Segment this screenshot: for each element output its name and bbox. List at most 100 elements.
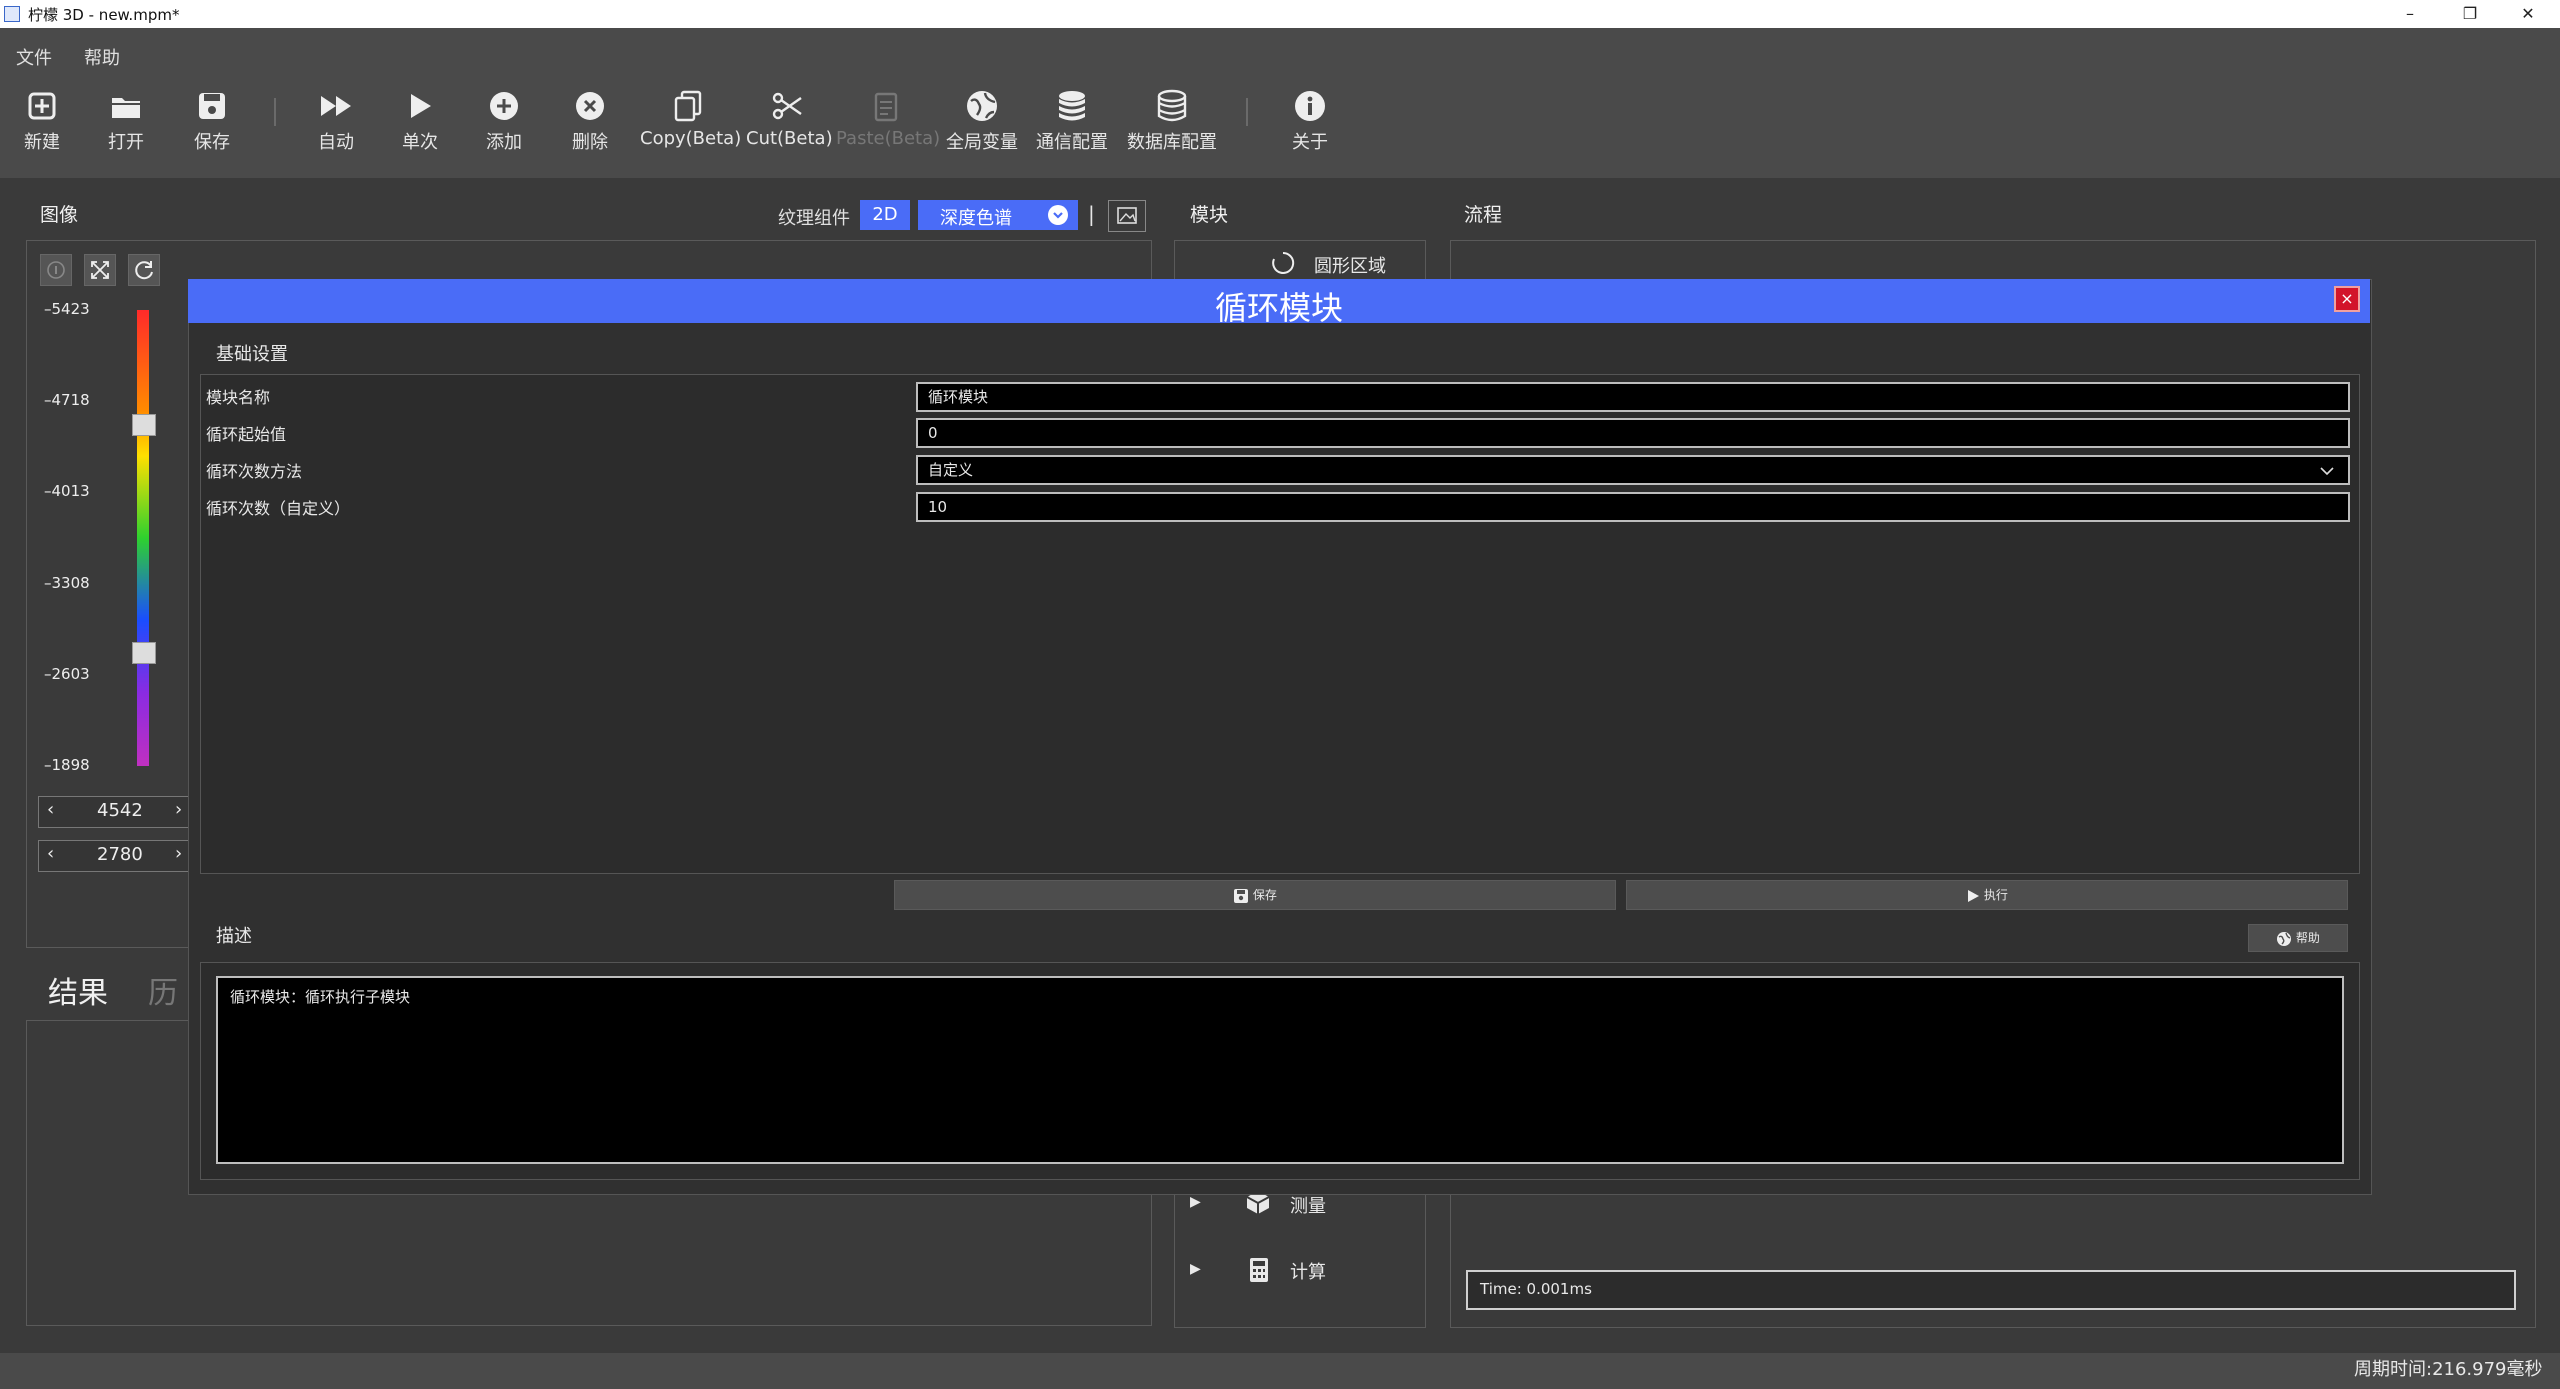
toolbar-label: 全局变量	[946, 132, 1018, 153]
toolbar-button-scissors[interactable]: Cut(Beta)	[746, 88, 833, 149]
scale-tick-value: 5423	[51, 300, 90, 318]
toolbar-label: Cut(Beta)	[746, 128, 833, 149]
play-icon	[411, 94, 431, 118]
menu-file[interactable]: 文件	[16, 44, 52, 70]
save-button[interactable]: 保存	[894, 880, 1616, 910]
expand-arrow-icon[interactable]: ▶	[1190, 1261, 1201, 1277]
circle-region-icon	[1270, 250, 1296, 276]
param-label-loop-count: 循环次数（自定义）	[206, 499, 351, 518]
range-min-spinbox[interactable]: ‹ 2780 ›	[38, 840, 190, 872]
scale-tick-label: –3308	[44, 574, 90, 592]
scale-tick-label: –4013	[44, 482, 90, 500]
scale-tick-value: 4718	[51, 391, 90, 409]
colormap-select[interactable]: 深度色谱	[918, 200, 1078, 230]
toolbar-button-copy[interactable]: Copy(Beta)	[640, 88, 741, 149]
toolbar-label: 自动	[318, 132, 354, 153]
image-save-button[interactable]	[1108, 200, 1146, 232]
scale-tick-value: 3308	[51, 574, 90, 592]
toolbar-label: 打开	[108, 132, 144, 153]
param-label-module-name: 模块名称	[206, 388, 271, 407]
module-panel-title: 模块	[1190, 204, 1229, 226]
info-circle-icon	[47, 261, 65, 279]
toolbar-button-fast-forward[interactable]: 自动	[314, 88, 358, 154]
scale-tick-value: 4013	[51, 482, 90, 500]
new-file-icon	[28, 92, 56, 120]
chevron-right-icon[interactable]: ›	[175, 843, 182, 864]
chevron-left-icon[interactable]: ‹	[47, 843, 54, 864]
description-textarea[interactable]: 循环模块：循环执行子模块	[216, 976, 2344, 1164]
close-icon: ×	[2340, 289, 2354, 308]
module-item-calculate[interactable]: 计算	[1290, 1258, 1326, 1284]
mode-2d-button[interactable]: 2D	[860, 200, 910, 230]
module-item-measure[interactable]: 测量	[1290, 1192, 1326, 1218]
globe-icon	[2277, 931, 2292, 946]
save-button-label: 保存	[1252, 888, 1277, 902]
tab-result[interactable]: 结果	[48, 968, 108, 1012]
help-button-label: 帮助	[2295, 931, 2320, 945]
toolbar-area	[0, 28, 2560, 178]
module-name-input[interactable]: 循环模块	[916, 382, 2350, 412]
menu-help[interactable]: 帮助	[84, 44, 120, 70]
color-scale-bar	[137, 310, 149, 766]
scale-handle-min[interactable]	[132, 642, 156, 664]
toolbar-button-database[interactable]: 通信配置	[1034, 88, 1110, 154]
image-icon	[1117, 207, 1137, 224]
fast-forward-icon	[321, 96, 351, 116]
window-title: 柠檬 3D - new.mpm*	[28, 6, 180, 24]
time-readout: Time: 0.001ms	[1480, 1280, 1592, 1298]
minimize-button[interactable]: –	[2390, 2, 2430, 26]
close-window-button[interactable]: ✕	[2508, 2, 2548, 26]
plus-circle-icon	[490, 92, 518, 120]
toolbar-button-folder-open[interactable]: 打开	[104, 88, 148, 154]
toolbar-button-new-file[interactable]: 新建	[20, 88, 64, 154]
chevron-left-icon[interactable]: ‹	[47, 799, 54, 820]
texture-label: 纹理组件	[778, 208, 850, 229]
dialog-close-button[interactable]: ×	[2334, 286, 2360, 312]
restore-button[interactable]: ❐	[2450, 2, 2490, 26]
toolbar-button-database-outline[interactable]: 数据库配置	[1124, 88, 1220, 154]
fit-view-button[interactable]	[84, 254, 116, 286]
toolbar-label: 单次	[402, 132, 438, 153]
loop-count-input[interactable]: 10	[916, 492, 2350, 522]
loop-method-select[interactable]: 自定义	[916, 455, 2350, 485]
toolbar-button-paste[interactable]: Paste(Beta)	[836, 88, 941, 149]
run-button[interactable]: 执行	[1626, 880, 2348, 910]
scale-tick-label: –5423	[44, 300, 90, 318]
scale-handle-max[interactable]	[132, 414, 156, 436]
scale-tick-label: –2603	[44, 665, 90, 683]
range-max-spinbox[interactable]: ‹ 4542 ›	[38, 796, 190, 828]
folder-open-icon	[112, 98, 140, 118]
flow-panel-title: 流程	[1464, 204, 1503, 226]
refresh-icon	[135, 261, 153, 280]
app-icon	[4, 6, 20, 22]
toolbar-label: Paste(Beta)	[836, 128, 941, 149]
description-text: 循环模块：循环执行子模块	[230, 988, 411, 1006]
status-bar: 周期时间:216.979毫秒	[0, 1353, 2560, 1389]
toolbar-button-globe[interactable]: 全局变量	[944, 88, 1020, 154]
toolbar-label: 新建	[24, 132, 60, 153]
scale-tick-label: –4718	[44, 391, 90, 409]
range-max-value: 4542	[97, 800, 143, 821]
help-button[interactable]: 帮助	[2248, 924, 2348, 952]
play-icon	[1968, 889, 1980, 902]
toolbar-button-x-circle[interactable]: 删除	[568, 88, 612, 154]
info-view-button[interactable]	[40, 254, 72, 286]
save-icon	[1234, 888, 1249, 903]
loop-start-input[interactable]: 0	[916, 418, 2350, 448]
toolbar-button-plus-circle[interactable]: 添加	[482, 88, 526, 154]
param-grid	[200, 374, 2360, 874]
toolbar-button-play[interactable]: 单次	[398, 88, 442, 154]
chevron-down-icon	[1048, 205, 1068, 225]
toolbar-button-save[interactable]: 保存	[190, 88, 234, 154]
chevron-right-icon[interactable]: ›	[175, 799, 182, 820]
database-outline-icon	[1157, 89, 1187, 122]
dialog-title-bar[interactable]: 循环模块	[188, 279, 2370, 327]
dialog-title: 循环模块	[1214, 289, 1343, 327]
refresh-view-button[interactable]	[128, 254, 160, 286]
cycle-time: 周期时间:216.979毫秒	[2354, 1359, 2543, 1380]
paste-icon	[874, 92, 898, 122]
module-item-circle-region[interactable]: 圆形区域	[1314, 252, 1386, 278]
expand-arrow-icon[interactable]: ▶	[1190, 1194, 1201, 1210]
toolbar-button-info[interactable]: 关于	[1290, 88, 1330, 154]
tab-history[interactable]: 历	[148, 968, 178, 1012]
